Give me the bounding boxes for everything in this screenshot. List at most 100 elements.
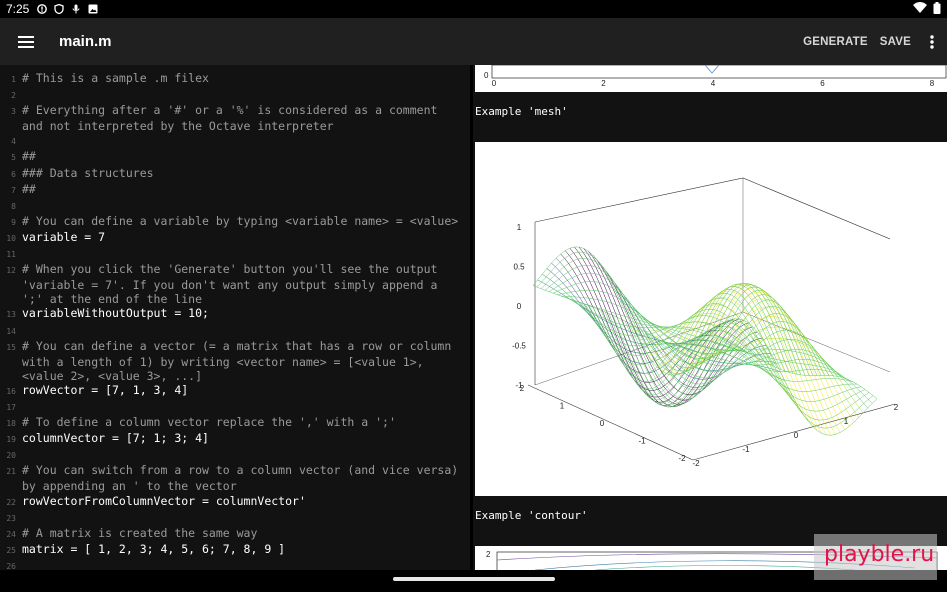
line-number: 20: [6, 451, 16, 461]
code-text: # This is a sample .m filex: [22, 71, 209, 85]
line-number: 11: [6, 250, 16, 260]
line-number: [0, 292, 22, 306]
plot-top-ytick: 0: [484, 71, 489, 80]
code-line[interactable]: 1 # This is a sample .m filex: [0, 71, 470, 87]
line-number: 2: [11, 91, 16, 101]
y-tick-label: 0: [600, 419, 605, 428]
line-number: [0, 119, 22, 133]
code-line[interactable]: 21 # You can switch from a row to a colum…: [0, 463, 470, 479]
code-text: rowVector = [7, 1, 3, 4]: [22, 382, 189, 397]
code-line[interactable]: 26: [0, 558, 470, 570]
line-number: 15: [6, 342, 16, 352]
code-line[interactable]: 15 # You can define a vector (= a matrix …: [0, 339, 470, 355]
overflow-menu-button[interactable]: [917, 18, 947, 65]
code-line[interactable]: with a length of 1) by writing <vector n…: [0, 355, 470, 369]
contour-ytick: 2: [486, 550, 491, 559]
line-number: 25: [6, 545, 16, 555]
code-line[interactable]: 19 columnVector = [7; 1; 3; 4]: [0, 431, 470, 447]
menu-button[interactable]: [0, 18, 52, 65]
watermark-text: playble.ru: [824, 542, 935, 567]
wifi-icon: [913, 2, 927, 16]
code-line[interactable]: 'variable = 7'. If you don't want any ou…: [0, 278, 470, 292]
line-number: 9: [11, 217, 16, 227]
line-number: 7: [11, 185, 16, 195]
code-editor[interactable]: 1 # This is a sample .m filex 2 3 # Everythi…: [0, 65, 470, 570]
code-line[interactable]: ';' at the end of the line: [0, 292, 470, 306]
line-number: [0, 278, 22, 292]
microphone-icon: [71, 4, 81, 14]
code-line[interactable]: 6 ### Data structures: [0, 166, 470, 182]
code-text: # You can define a vector (= a matrix th…: [22, 338, 452, 353]
code-line[interactable]: 22 rowVectorFromColumnVector = columnVect…: [0, 494, 470, 510]
mesh-line: [546, 268, 707, 354]
code-line[interactable]: 3 # Everything after a '#' or a '%' is co…: [0, 103, 470, 119]
code-text: ##: [22, 181, 36, 196]
line-number: 12: [6, 266, 16, 276]
line-number: 6: [11, 169, 16, 179]
code-line[interactable]: 11: [0, 246, 470, 262]
y-tick-label: 1: [560, 402, 565, 411]
code-line[interactable]: and not interpreted by the Octave interp…: [0, 119, 470, 133]
code-line[interactable]: by appending an ' to the vector: [0, 479, 470, 493]
more-vert-icon: [930, 34, 934, 49]
code-text: variable = 7: [22, 229, 106, 244]
code-line[interactable]: 23: [0, 510, 470, 526]
code-line[interactable]: 8: [0, 198, 470, 214]
code-line[interactable]: 20: [0, 447, 470, 463]
x-tick-label: 0: [492, 79, 497, 88]
x-tick-label: 2: [601, 79, 606, 88]
hamburger-icon: [18, 35, 34, 48]
code-line[interactable]: 17: [0, 399, 470, 415]
output-pane[interactable]: 0 0 2 4 6 8 Example 'mesh' 1 0.5 0 -0.5 -1 2 1 0 -1…: [473, 65, 947, 570]
code-line[interactable]: 9 # You can define a variable by typing <…: [0, 214, 470, 230]
code-line[interactable]: 16 rowVector = [7, 1, 3, 4]: [0, 383, 470, 399]
code-line[interactable]: 2: [0, 87, 470, 103]
save-button[interactable]: SAVE: [874, 36, 917, 48]
line-number: 13: [6, 310, 16, 320]
x-tick-label: 6: [820, 79, 825, 88]
code-text: ##: [22, 149, 36, 164]
code-line[interactable]: 7 ##: [0, 182, 470, 198]
app-bar: main.m GENERATE SAVE: [0, 18, 947, 65]
code-line[interactable]: 18 # To define a column vector replace th…: [0, 415, 470, 431]
x-tick-label: 1: [844, 417, 849, 426]
x-tick-label: 4: [711, 79, 716, 88]
line-number: 21: [6, 467, 16, 477]
line-number: 16: [6, 386, 16, 396]
line-number: 1: [11, 75, 16, 84]
code-line[interactable]: <value 2>, <value 3>, ...]: [0, 369, 470, 383]
line-number: 14: [6, 326, 16, 336]
z-tick-label: -0.5: [512, 342, 526, 351]
mesh-line: [640, 313, 826, 391]
watermark: playble.ru: [814, 534, 937, 580]
code-text: by appending an ' to the vector: [22, 479, 237, 494]
line-number: 23: [6, 513, 16, 523]
generate-button[interactable]: GENERATE: [797, 36, 874, 48]
x-tick-label: -1: [742, 445, 750, 454]
code-line[interactable]: 24 # A matrix is created the same way: [0, 526, 470, 542]
line-number: 4: [11, 137, 16, 147]
code-line[interactable]: 25 matrix = [ 1, 2, 3; 4, 5, 6; 7, 8, 9 ]: [0, 542, 470, 558]
home-gesture-handle[interactable]: [393, 577, 555, 581]
mesh-line: [684, 298, 846, 430]
plot-top: 0 0 2 4 6 8: [475, 65, 947, 92]
code-line[interactable]: 10 variable = 7: [0, 230, 470, 246]
code-text: # Everything after a '#' or a '%' is con…: [22, 103, 438, 118]
line-number: 8: [11, 201, 16, 211]
line-number: 26: [6, 561, 16, 570]
code-line[interactable]: 14: [0, 323, 470, 339]
code-line[interactable]: 4: [0, 133, 470, 149]
code-text: 'variable = 7'. If you don't want any ou…: [22, 278, 438, 293]
code-line[interactable]: 13 variableWithoutOutput = 10;: [0, 306, 470, 322]
code-line[interactable]: 12 # When you click the 'Generate' button…: [0, 262, 470, 278]
code-text: ### Data structures: [22, 165, 154, 180]
line-number: 18: [6, 419, 16, 429]
code-line[interactable]: 5 ##: [0, 149, 470, 165]
line-number: [0, 355, 22, 369]
shield-icon: [54, 3, 65, 15]
z-tick-label: 0: [517, 302, 522, 311]
z-tick-label: 1: [517, 223, 522, 232]
code-text: rowVectorFromColumnVector = columnVector…: [22, 493, 306, 508]
status-time: 7:25: [6, 2, 30, 16]
code-text: # You can define a variable by typing <v…: [22, 213, 459, 228]
